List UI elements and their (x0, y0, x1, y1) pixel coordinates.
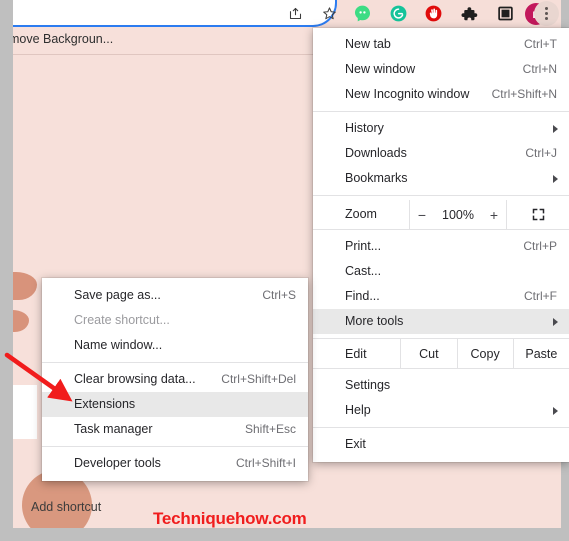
menu-item-label: New Incognito window (345, 87, 470, 101)
menu-item-settings[interactable]: Settings (313, 373, 569, 398)
submenu-item-extensions[interactable]: Extensions (42, 392, 308, 417)
paste-button[interactable]: Paste (512, 339, 569, 368)
chevron-right-icon (553, 175, 558, 183)
chrome-main-menu[interactable]: New tab Ctrl+T New window Ctrl+N New Inc… (313, 28, 569, 462)
submenu-item-clear-browsing-data[interactable]: Clear browsing data... Ctrl+Shift+Del (42, 367, 308, 392)
menu-item-accel: Ctrl+T (524, 37, 557, 51)
menu-item-label: Cast... (345, 264, 382, 278)
menu-item-label: Downloads (345, 146, 407, 160)
browser-toolbar: n (13, 0, 561, 27)
menu-item-label: Developer tools (74, 456, 161, 470)
menu-separator (313, 111, 569, 112)
adblock-stop-hand-icon[interactable] (419, 0, 447, 27)
menu-item-label: Task manager (74, 422, 153, 436)
chevron-right-icon (553, 318, 558, 326)
add-shortcut-label[interactable]: Add shortcut (31, 500, 101, 514)
copy-button[interactable]: Copy (456, 339, 513, 368)
menu-item-cast[interactable]: Cast... (313, 259, 569, 284)
cut-button[interactable]: Cut (400, 339, 456, 368)
submenu-item-create-shortcut: Create shortcut... (42, 308, 308, 333)
zoom-level-value: 100% (442, 207, 474, 222)
more-tools-submenu[interactable]: Save page as... Ctrl+S Create shortcut..… (42, 278, 308, 481)
screenshot-root: n emove Backgroun... Add shortcut Techni… (0, 0, 569, 541)
menu-item-label: Exit (345, 437, 366, 451)
menu-item-downloads[interactable]: Downloads Ctrl+J (313, 141, 569, 166)
menu-separator (42, 362, 308, 363)
share-icon[interactable] (281, 0, 309, 27)
menu-item-label: Create shortcut... (74, 313, 170, 327)
menu-item-accel: Shift+Esc (244, 422, 296, 436)
zoom-row[interactable]: Zoom − 100% + (313, 200, 569, 229)
menu-item-new-incognito-window[interactable]: New Incognito window Ctrl+Shift+N (313, 82, 569, 107)
menu-separator (313, 427, 569, 428)
edit-row: Edit Cut Copy Paste (313, 339, 569, 368)
menu-item-help[interactable]: Help (313, 398, 569, 423)
menu-item-new-window[interactable]: New window Ctrl+N (313, 57, 569, 82)
submenu-item-task-manager[interactable]: Task manager Shift+Esc (42, 417, 308, 442)
submenu-item-name-window[interactable]: Name window... (42, 333, 308, 358)
menu-item-accel: Ctrl+Shift+N (491, 87, 557, 101)
grammarly-extension-icon[interactable] (384, 0, 412, 27)
submenu-item-save-page-as[interactable]: Save page as... Ctrl+S (42, 283, 308, 308)
chrome-menu-kebab-icon[interactable] (534, 1, 559, 26)
menu-item-label: New window (345, 62, 416, 76)
menu-item-accel: Ctrl+F (524, 289, 557, 303)
menu-item-accel: Ctrl+N (522, 62, 557, 76)
extensions-puzzle-icon[interactable] (455, 0, 483, 27)
menu-item-print[interactable]: Print... Ctrl+P (313, 234, 569, 259)
chevron-right-icon (553, 125, 558, 133)
menu-item-label: Name window... (74, 338, 163, 352)
chevron-right-icon (553, 407, 558, 415)
menu-item-label: History (345, 121, 384, 135)
menu-item-label: Save page as... (74, 288, 161, 302)
menu-item-label: Settings (345, 378, 391, 392)
remove-background-text: emove Backgroun... (13, 32, 114, 46)
menu-item-accel: Ctrl+J (525, 146, 557, 160)
menu-item-find[interactable]: Find... Ctrl+F (313, 284, 569, 309)
menu-item-label: Help (345, 403, 371, 417)
menu-separator (42, 446, 308, 447)
submenu-item-developer-tools[interactable]: Developer tools Ctrl+Shift+I (42, 451, 308, 476)
menu-separator (313, 195, 569, 196)
menu-item-accel: Ctrl+Shift+Del (221, 372, 296, 386)
reading-list-square-icon[interactable] (491, 0, 519, 27)
menu-item-label: Find... (345, 289, 380, 303)
zoom-in-button[interactable]: + (488, 207, 500, 223)
bookmark-star-icon[interactable] (315, 0, 343, 27)
menu-item-accel: Ctrl+Shift+I (235, 456, 296, 470)
menu-item-more-tools[interactable]: More tools (313, 309, 569, 334)
watermark-text: Techniquehow.com (153, 509, 307, 528)
menu-item-new-tab[interactable]: New tab Ctrl+T (313, 32, 569, 57)
menu-item-label: Print... (345, 239, 382, 253)
menu-item-label: Extensions (74, 397, 136, 411)
menu-item-bookmarks[interactable]: Bookmarks (313, 166, 569, 191)
decorative-blob-1 (13, 272, 37, 300)
messenger-extension-icon[interactable] (348, 0, 376, 27)
menu-item-history[interactable]: History (313, 116, 569, 141)
fullscreen-button[interactable] (507, 200, 569, 229)
menu-item-label: Bookmarks (345, 171, 408, 185)
decorative-blob-2 (13, 310, 29, 332)
menu-item-label: New tab (345, 37, 391, 51)
white-card-backdrop (13, 385, 37, 439)
menu-item-label: Clear browsing data... (74, 372, 196, 386)
menu-item-accel: Ctrl+S (262, 288, 296, 302)
menu-item-accel: Ctrl+P (523, 239, 557, 253)
edit-label: Edit (345, 346, 367, 361)
zoom-out-button[interactable]: − (416, 207, 428, 223)
zoom-controls: − 100% + (409, 200, 507, 229)
menu-item-exit[interactable]: Exit (313, 432, 569, 457)
zoom-label: Zoom (345, 207, 377, 221)
menu-item-label: More tools (345, 314, 404, 328)
